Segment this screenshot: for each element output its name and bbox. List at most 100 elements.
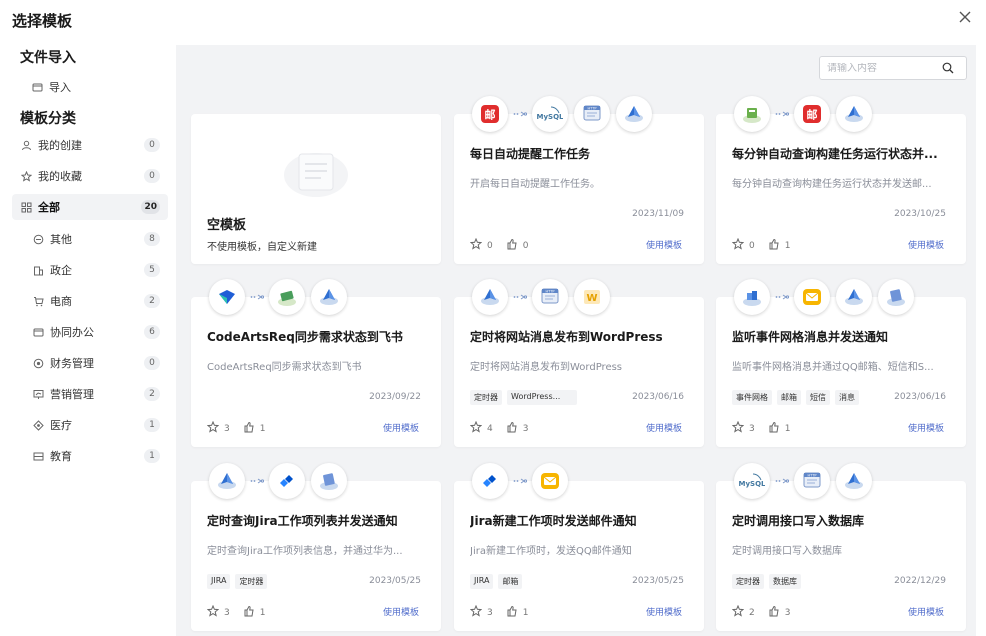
like-thumb-icon[interactable] bbox=[506, 238, 518, 253]
svg-text:MySQL: MySQL bbox=[537, 113, 563, 121]
card-desc: 每分钟自动查询构建任务运行状态并发送邮... bbox=[732, 179, 932, 190]
minus-circle-icon bbox=[32, 233, 44, 245]
favorite-star-icon[interactable] bbox=[469, 604, 483, 620]
card-date: 2023/06/16 bbox=[632, 392, 684, 402]
svg-text:HTTP: HTTP bbox=[588, 106, 597, 110]
card-date: 2023/06/16 bbox=[894, 392, 946, 402]
sidebar-item-label: 教育 bbox=[50, 450, 72, 463]
favorite-star-icon[interactable] bbox=[731, 420, 745, 436]
card-app-icons: 邮 MySQL HTTP bbox=[472, 96, 652, 132]
cloud-icon bbox=[311, 279, 347, 315]
like-thumb-icon[interactable] bbox=[506, 605, 518, 620]
favorite-count: 3 bbox=[749, 423, 755, 434]
search-box[interactable] bbox=[819, 56, 967, 80]
favorite-star-icon[interactable] bbox=[469, 420, 483, 436]
card-desc: 监听事件网格消息并通过QQ邮箱、短信和S... bbox=[732, 362, 934, 373]
card-app-icons: HTTP W bbox=[472, 279, 610, 315]
sidebar-subitem-0[interactable]: 其他 8 bbox=[12, 226, 168, 252]
blank-template-card[interactable]: 空模板 不使用模板，自定义新建 bbox=[191, 114, 441, 264]
card-tags: 定时器 WordPress... bbox=[470, 390, 577, 405]
card-date: 2023/09/22 bbox=[369, 392, 421, 402]
favorite-count: 4 bbox=[487, 423, 493, 434]
template-card[interactable]: Jira新建工作项时发送邮件通知 Jira新建工作项时，发送QQ邮件通知 JIRA 邮… bbox=[454, 463, 704, 631]
sidebar-item-1[interactable]: 我的收藏 0 bbox=[12, 163, 168, 189]
sidebar-item-label: 我的创建 bbox=[38, 139, 82, 152]
favorite-star-icon[interactable] bbox=[469, 237, 483, 253]
use-template-link[interactable]: 使用模板 bbox=[646, 238, 682, 251]
favorite-star-icon[interactable] bbox=[206, 420, 220, 436]
tag-badge: 事件网格 bbox=[732, 390, 772, 405]
tag-badge: 定时器 bbox=[470, 390, 502, 405]
sidebar-subitem-6[interactable]: 医疗 1 bbox=[12, 412, 168, 438]
sidebar-subitem-4[interactable]: 财务管理 0 bbox=[12, 350, 168, 376]
search-input[interactable] bbox=[820, 62, 938, 74]
use-template-link[interactable]: 使用模板 bbox=[383, 605, 419, 618]
favorite-star-icon[interactable] bbox=[731, 237, 745, 253]
template-area: 空模板 不使用模板，自定义新建 邮 MySQL HTTP 每日自动提醒工作任务开启每日… bbox=[176, 45, 976, 636]
use-template-link[interactable]: 使用模板 bbox=[646, 605, 682, 618]
sidebar-item-2[interactable]: 全部 20 bbox=[12, 194, 168, 220]
like-count: 1 bbox=[522, 607, 529, 618]
like-thumb-icon[interactable] bbox=[506, 421, 518, 436]
sidebar-item-count: 0 bbox=[144, 138, 160, 152]
like-count: 1 bbox=[259, 607, 266, 618]
search-icon[interactable] bbox=[938, 62, 958, 74]
sidebar-subitem-2[interactable]: 电商 2 bbox=[12, 288, 168, 314]
card-tags: 事件网格 邮箱 短信 消息 bbox=[732, 390, 859, 405]
sidebar-item-label: 全部 bbox=[38, 201, 60, 214]
card-desc: CodeArtsReq同步需求状态到飞书 bbox=[207, 362, 362, 373]
cloud-icon bbox=[209, 463, 245, 499]
like-thumb-icon[interactable] bbox=[768, 238, 780, 253]
star-icon bbox=[20, 170, 32, 182]
chart-icon bbox=[32, 388, 44, 400]
card-title: Jira新建工作项时发送邮件通知 bbox=[470, 514, 637, 528]
template-card[interactable]: MySQL HTTP 定时调用接口写入数据库 定时调用接口写入数据库 定时器 数据库 202… bbox=[716, 463, 966, 631]
favorite-count: 3 bbox=[224, 423, 230, 434]
tag-badge: 消息 bbox=[835, 390, 859, 405]
sidebar-subitem-5[interactable]: 营销管理 2 bbox=[12, 381, 168, 407]
sidebar-item-label: 营销管理 bbox=[50, 388, 94, 401]
template-card[interactable]: 监听事件网格消息并发送通知 监听事件网格消息并通过QQ邮箱、短信和S... 事件网格… bbox=[716, 279, 966, 447]
sidebar-item-label: 协同办公 bbox=[50, 326, 94, 339]
import-button[interactable]: 导入 bbox=[32, 79, 71, 95]
like-thumb-icon[interactable] bbox=[243, 421, 255, 436]
template-card[interactable]: 邮 MySQL HTTP 每日自动提醒工作任务 开启每日自动提醒工作任务。 2023/11… bbox=[454, 96, 704, 264]
message-icon bbox=[878, 279, 914, 315]
template-card[interactable]: HTTP W 定时将网站消息发布到WordPress 定时将网站消息发布到WordPr… bbox=[454, 279, 704, 447]
like-thumb-icon[interactable] bbox=[768, 421, 780, 436]
close-button[interactable] bbox=[954, 6, 976, 28]
template-card[interactable]: 定时查询Jira工作项列表并发送通知 定时查询Jira工作项列表信息，并通过华为.… bbox=[191, 463, 441, 631]
sidebar-subitem-7[interactable]: 教育 1 bbox=[12, 443, 168, 469]
user-icon bbox=[20, 139, 32, 151]
use-template-link[interactable]: 使用模板 bbox=[908, 605, 944, 618]
use-template-link[interactable]: 使用模板 bbox=[908, 421, 944, 434]
like-thumb-icon[interactable] bbox=[768, 605, 780, 620]
favorite-star-icon[interactable] bbox=[731, 604, 745, 620]
tag-badge: JIRA bbox=[207, 574, 231, 589]
mail-red-icon: 邮 bbox=[794, 96, 830, 132]
favorite-count: 3 bbox=[224, 607, 230, 618]
sidebar-item-0[interactable]: 我的创建 0 bbox=[12, 132, 168, 158]
codearts-icon bbox=[209, 279, 245, 315]
sidebar-item-label: 政企 bbox=[50, 264, 72, 277]
template-card[interactable]: CodeArtsReq同步需求状态到飞书 CodeArtsReq同步需求状态到飞书… bbox=[191, 279, 441, 447]
tag-badge: 短信 bbox=[806, 390, 830, 405]
sidebar-subitem-1[interactable]: 政企 5 bbox=[12, 257, 168, 283]
like-thumb-icon[interactable] bbox=[243, 605, 255, 620]
use-template-link[interactable]: 使用模板 bbox=[646, 421, 682, 434]
card-tags: JIRA 邮箱 bbox=[470, 574, 523, 589]
card-app-icons: 邮 bbox=[734, 96, 872, 132]
sidebar-subitem-3[interactable]: 协同办公 6 bbox=[12, 319, 168, 345]
book-icon bbox=[32, 450, 44, 462]
card-desc: 开启每日自动提醒工作任务。 bbox=[470, 179, 600, 190]
tag-badge: 定时器 bbox=[235, 574, 268, 589]
svg-text:MySQL: MySQL bbox=[739, 480, 765, 488]
card-stats: 23 bbox=[731, 604, 798, 620]
use-template-link[interactable]: 使用模板 bbox=[908, 238, 944, 251]
window-icon bbox=[32, 326, 44, 338]
favorite-count: 0 bbox=[487, 240, 493, 251]
http-icon: HTTP bbox=[794, 463, 830, 499]
favorite-star-icon[interactable] bbox=[206, 604, 220, 620]
template-card[interactable]: 邮每分钟自动查询构建任务运行状态并... 每分钟自动查询构建任务运行状态并发送邮.… bbox=[716, 96, 966, 264]
use-template-link[interactable]: 使用模板 bbox=[383, 421, 419, 434]
